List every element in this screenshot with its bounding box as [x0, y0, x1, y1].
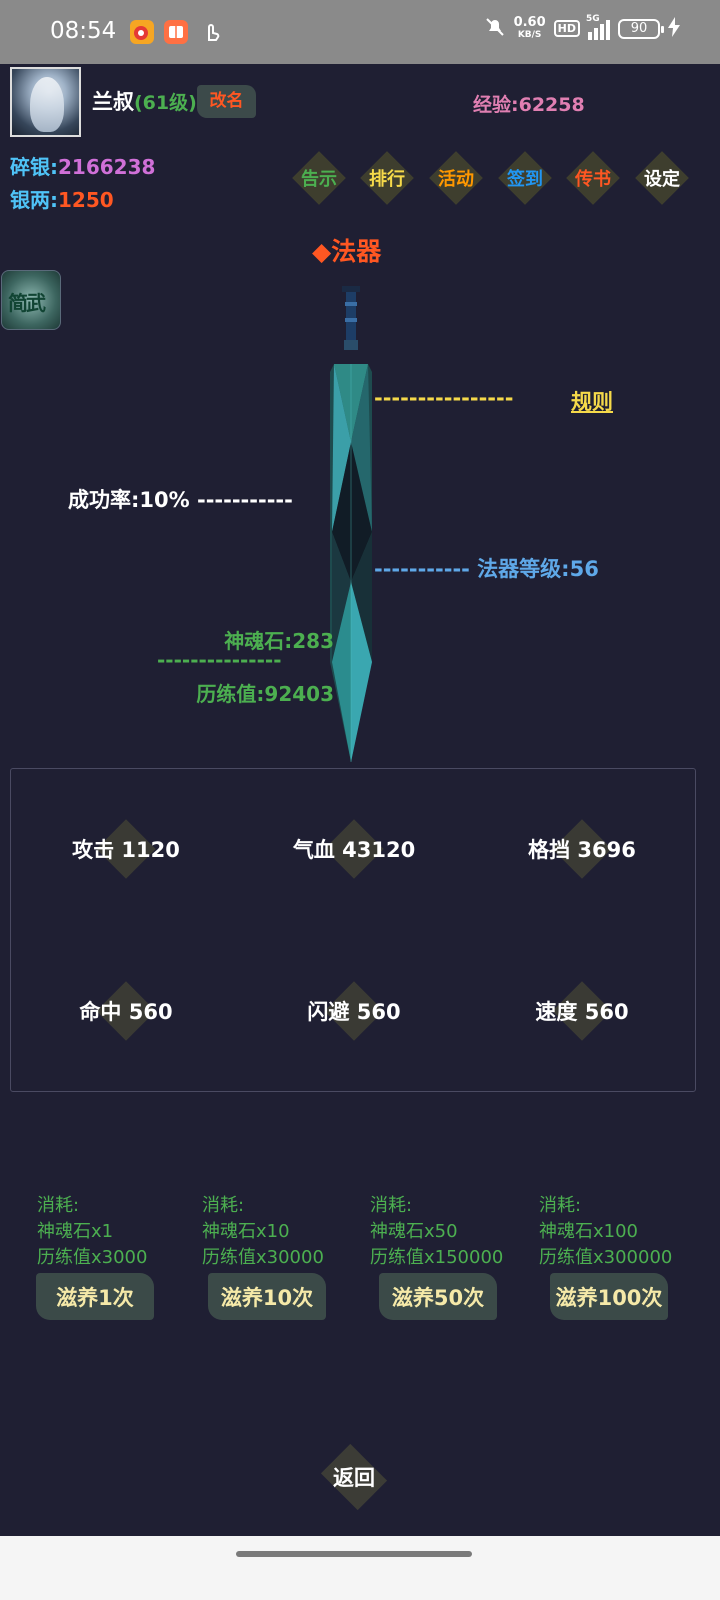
home-gesture-handle[interactable] — [236, 1551, 472, 1557]
nourish-10-button[interactable]: 滋养10次 — [208, 1273, 326, 1320]
net-speed-value: 0.60 — [513, 14, 546, 30]
weibo-icon — [130, 20, 154, 44]
stat-hit-label: 命中 560 — [79, 1000, 173, 1024]
stat-block: 格挡 3696 — [467, 819, 697, 879]
success-rate: 成功率:10% ----------- — [68, 488, 293, 512]
stat-hp-label: 气血 43120 — [292, 838, 416, 862]
player-name: 兰叔 — [92, 90, 134, 114]
menu-ranking-button[interactable]: 排行 — [359, 158, 415, 198]
taels-value: 1250 — [58, 188, 114, 212]
cost-title: 消耗: — [539, 1195, 582, 1216]
cost-exp: 历练值x300000 — [539, 1247, 673, 1268]
menu-notice-label: 告示 — [301, 169, 337, 190]
taels-balance: 银两:1250 — [10, 184, 114, 213]
stat-attack: 攻击 1120 — [11, 819, 241, 879]
nourish-cost-50: 消耗: 神魂石x50 历练值x150000 — [370, 1193, 503, 1271]
mute-icon — [484, 16, 506, 41]
cost-exp: 历练值x150000 — [370, 1247, 504, 1268]
cost-exp: 历练值x3000 — [37, 1247, 148, 1268]
menu-events-label: 活动 — [438, 169, 474, 190]
battery-indicator: 90 — [618, 18, 664, 39]
menu-signin-button[interactable]: 签到 — [497, 158, 553, 198]
player-level: (61级) — [134, 92, 197, 114]
cost-title: 消耗: — [202, 1195, 245, 1216]
rename-button[interactable]: 改名 — [197, 85, 256, 118]
cost-title: 消耗: — [37, 1195, 80, 1216]
nourish-1-button[interactable]: 滋养1次 — [36, 1273, 154, 1320]
player-avatar[interactable] — [10, 67, 81, 137]
cost-stone: 神魂石x10 — [202, 1221, 290, 1242]
signal-icon: 5G — [586, 14, 610, 40]
charging-icon — [668, 17, 680, 40]
silver-label: 碎银: — [10, 155, 58, 179]
menu-events-button[interactable]: 活动 — [428, 158, 484, 198]
back-button[interactable]: 返回 — [301, 1444, 407, 1510]
cost-exp: 历练值x30000 — [202, 1247, 324, 1268]
stat-speed: 速度 560 — [467, 981, 697, 1041]
signal-label: 5G — [586, 13, 600, 24]
menu-mail-label: 传书 — [575, 169, 611, 190]
rules-pointer-line: ---------------- — [374, 386, 514, 410]
status-indicators: 0.60 KB/S HD 5G 90 — [484, 14, 680, 41]
cost-title: 消耗: — [370, 1195, 413, 1216]
system-nav-bar — [0, 1536, 720, 1600]
player-exp: 经验:62258 — [473, 94, 585, 116]
nourish-cost-100: 消耗: 神魂石x100 历练值x300000 — [539, 1193, 672, 1271]
net-speed-unit: KB/S — [517, 29, 542, 40]
stat-dodge-label: 闪避 560 — [307, 1000, 401, 1024]
jianwu-logo-text: 简武 — [8, 291, 46, 315]
menu-mail-button[interactable]: 传书 — [565, 158, 621, 198]
taels-label: 银两: — [10, 188, 58, 212]
menu-notice-button[interactable]: 告示 — [291, 158, 347, 198]
stats-panel: 攻击 1120 气血 43120 格挡 3696 命中 560 闪避 560 速… — [10, 768, 696, 1092]
network-speed: 0.60 KB/S — [513, 14, 546, 41]
stat-block-label: 格挡 3696 — [528, 838, 636, 862]
status-time: 08:54 — [50, 18, 117, 44]
touch-icon — [200, 20, 224, 44]
menu-ranking-label: 排行 — [369, 169, 405, 190]
stat-dodge: 闪避 560 — [239, 981, 469, 1041]
cost-stone: 神魂石x50 — [370, 1221, 458, 1242]
stat-hit: 命中 560 — [11, 981, 241, 1041]
reader-app-icon — [164, 20, 188, 44]
stat-hp: 气血 43120 — [239, 819, 469, 879]
nourish-100-button[interactable]: 滋养100次 — [550, 1273, 668, 1320]
menu-settings-button[interactable]: 设定 — [634, 158, 690, 198]
cost-stone: 神魂石x100 — [539, 1221, 639, 1242]
nourish-cost-1: 消耗: 神魂石x1 历练值x3000 — [37, 1193, 147, 1271]
artifact-title: ◆法器 — [312, 237, 382, 266]
experience-points: 历练值:92403 — [196, 682, 334, 706]
nourish-cost-10: 消耗: 神魂石x10 历练值x30000 — [202, 1193, 324, 1271]
back-label: 返回 — [333, 1466, 375, 1490]
cost-stone: 神魂石x1 — [37, 1221, 114, 1242]
status-bar: 08:54 0.60 KB/S HD 5G 90 — [0, 0, 720, 64]
rules-link[interactable]: 规则 — [571, 386, 613, 416]
menu-signin-label: 签到 — [507, 169, 543, 190]
silver-balance: 碎银:2166238 — [10, 151, 155, 180]
stat-attack-label: 攻击 1120 — [72, 838, 180, 862]
nourish-50-button[interactable]: 滋养50次 — [379, 1273, 497, 1320]
stat-speed-label: 速度 560 — [535, 1000, 629, 1024]
resource-divider: --------------- — [157, 648, 282, 672]
silver-value: 2166238 — [58, 155, 156, 179]
jianwu-logo-icon[interactable]: 简武 — [1, 270, 61, 330]
artifact-level: ----------- 法器等级:56 — [374, 557, 599, 581]
player-name-row: 兰叔(61级) — [92, 86, 197, 116]
hd-badge: HD — [553, 20, 580, 37]
menu-settings-label: 设定 — [644, 169, 680, 190]
